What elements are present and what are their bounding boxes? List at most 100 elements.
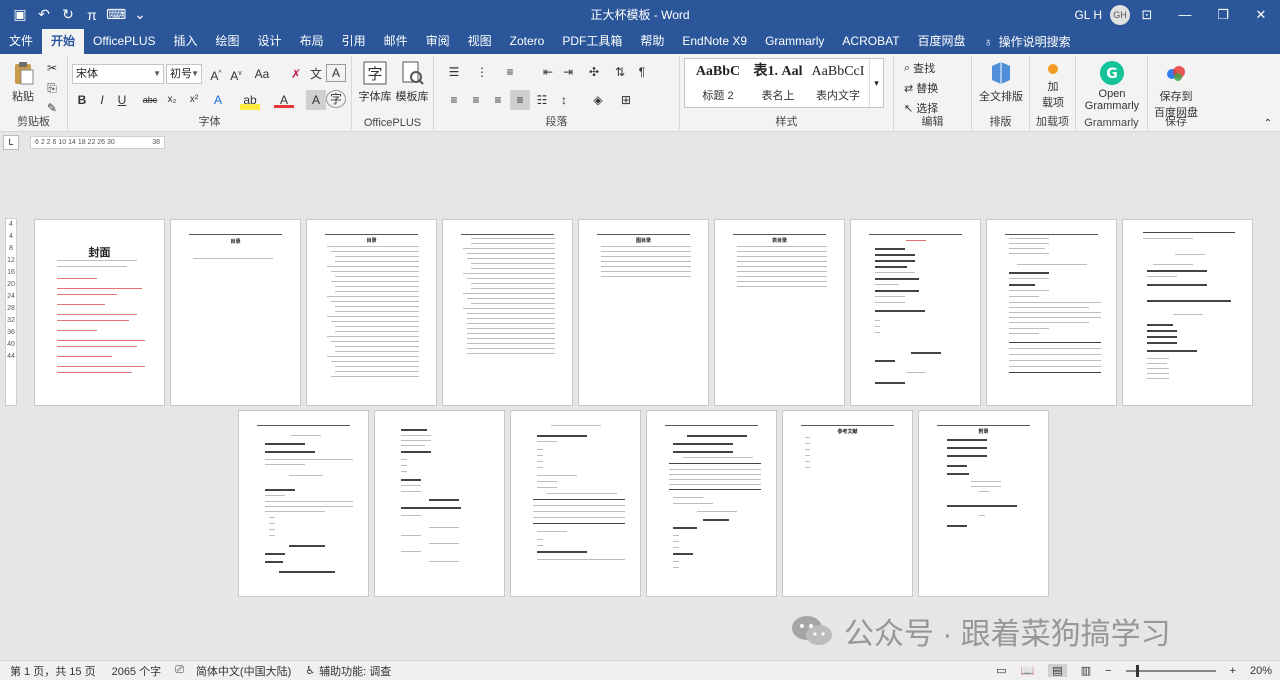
page-11[interactable] — [374, 410, 505, 597]
style-table-caption[interactable]: 表1. Aal 表名上 — [747, 61, 809, 103]
focus-mode-icon[interactable]: ▭ — [996, 664, 1006, 677]
shading-icon[interactable]: ◈ — [588, 90, 608, 110]
borders-icon[interactable]: ⊞ — [616, 90, 636, 110]
accessibility-status[interactable]: 辅助功能: 调查 — [319, 663, 391, 679]
template-library-button[interactable]: 模板库 — [394, 60, 430, 104]
page-toc-2[interactable] — [442, 219, 573, 406]
style-table-text[interactable]: AaBbCcI 表内文字 — [807, 61, 869, 103]
addins-button[interactable]: 加载项 — [1034, 62, 1072, 110]
page-figures-list[interactable]: 图目录 — [578, 219, 709, 406]
sort-icon[interactable]: ⇅ — [610, 62, 630, 82]
minimize-icon[interactable]: — — [1166, 0, 1204, 29]
tab-acrobat[interactable]: ACROBAT — [833, 29, 908, 54]
undo-icon[interactable]: ↶ — [34, 6, 54, 23]
grow-font-button[interactable]: A^ — [206, 64, 226, 84]
save-icon[interactable]: ▣ — [10, 6, 30, 23]
tab-design[interactable]: 设计 — [249, 29, 291, 54]
phonetic-guide-icon[interactable]: 文 — [306, 64, 326, 84]
line-spacing-icon[interactable]: ↕ — [554, 90, 574, 110]
bullets-icon[interactable]: ☰ — [444, 62, 464, 82]
cut-icon[interactable]: ✂ — [42, 58, 62, 78]
tab-file[interactable]: 文件 — [0, 29, 42, 54]
page-references[interactable]: 参考文献 — [782, 410, 913, 597]
styles-more-icon[interactable]: ▾ — [869, 59, 883, 107]
distribute-icon[interactable]: ☷ — [532, 90, 552, 110]
font-color-icon[interactable]: A — [274, 90, 294, 108]
more-icon[interactable]: ⌄ — [130, 6, 150, 23]
chinese-layout-icon[interactable]: ✣ — [584, 62, 604, 82]
tab-pdf-toolbox[interactable]: PDF工具箱 — [553, 29, 631, 54]
change-case-button[interactable]: Aa — [252, 64, 272, 84]
tab-insert[interactable]: 插入 — [165, 29, 207, 54]
page-10[interactable] — [238, 410, 369, 597]
format-icon[interactable]: ⌨ — [106, 6, 126, 23]
enclose-char-icon[interactable]: 字 — [326, 90, 346, 108]
text-effects-icon[interactable]: A — [208, 90, 228, 110]
page-7[interactable] — [850, 219, 981, 406]
tab-grammarly[interactable]: Grammarly — [756, 29, 833, 54]
multilevel-list-icon[interactable]: ≡ — [500, 62, 520, 82]
web-layout-icon[interactable]: ▥ — [1081, 664, 1091, 677]
tab-draw[interactable]: 绘图 — [207, 29, 249, 54]
page-13[interactable] — [646, 410, 777, 597]
char-border-icon[interactable]: A — [326, 64, 346, 82]
page-2[interactable]: 目录 — [170, 219, 301, 406]
tab-baidu[interactable]: 百度网盘 — [909, 29, 975, 54]
zoom-level[interactable]: 20% — [1250, 665, 1272, 677]
tab-officeplus[interactable]: OfficePLUS — [84, 29, 164, 54]
underline-button[interactable]: U — [112, 90, 132, 110]
tell-me-search[interactable]: ♁ 操作说明搜索 — [975, 29, 1080, 54]
justify-icon[interactable]: ≡ — [510, 90, 530, 110]
page-appendix[interactable]: 附录 — [918, 410, 1049, 597]
align-center-icon[interactable]: ≡ — [466, 90, 486, 110]
copy-icon[interactable]: ⎘ — [42, 78, 62, 98]
zoom-slider[interactable] — [1125, 664, 1216, 677]
page-8[interactable] — [986, 219, 1117, 406]
numbering-icon[interactable]: ⋮ — [472, 62, 492, 82]
tab-references[interactable]: 引用 — [333, 29, 375, 54]
page-count[interactable]: 第 1 页，共 15 页 — [10, 663, 96, 679]
clear-format-icon[interactable]: ✗ — [286, 64, 306, 84]
ruler-strip[interactable]: 6 2 2 6 10 14 18 22 26 30 38 — [30, 136, 165, 149]
tab-view[interactable]: 视图 — [459, 29, 501, 54]
tab-review[interactable]: 审阅 — [417, 29, 459, 54]
page-tables-list[interactable]: 表目录 — [714, 219, 845, 406]
zoom-out-button[interactable]: − — [1105, 665, 1111, 677]
decrease-indent-icon[interactable]: ⇤ — [538, 62, 558, 82]
redo-icon[interactable]: ↻ — [58, 6, 78, 23]
tab-selector[interactable]: L — [3, 135, 19, 150]
bold-button[interactable]: B — [72, 90, 92, 110]
close-icon[interactable]: ✕ — [1242, 0, 1280, 29]
increase-indent-icon[interactable]: ⇥ — [558, 62, 578, 82]
shrink-font-button[interactable]: Av — [226, 64, 246, 84]
highlight-icon[interactable]: ab — [240, 90, 260, 110]
word-count[interactable]: 2065 个字 — [112, 663, 162, 679]
style-heading2[interactable]: AaBbC 标题 2 — [687, 61, 749, 103]
language-status[interactable]: 简体中文(中国大陆) — [196, 663, 291, 679]
font-library-button[interactable]: 字 字体库 — [358, 60, 392, 104]
align-left-icon[interactable]: ≡ — [444, 90, 464, 110]
italic-button[interactable]: I — [92, 90, 112, 110]
font-name-select[interactable]: 宋体 ▼ — [72, 64, 164, 84]
collapse-ribbon-icon[interactable]: ⌃ — [1264, 118, 1272, 129]
tab-mailings[interactable]: 邮件 — [375, 29, 417, 54]
tab-home[interactable]: 开始 — [42, 29, 85, 54]
ribbon-display-icon[interactable]: ⊡ — [1128, 0, 1166, 29]
tab-zotero[interactable]: Zotero — [501, 29, 554, 54]
pi-icon[interactable]: π — [82, 7, 102, 23]
full-layout-button[interactable]: 全文排版 — [976, 60, 1026, 104]
replace-button[interactable]: ⇄ 替换 — [904, 80, 938, 96]
zoom-in-button[interactable]: + — [1230, 665, 1236, 677]
print-layout-icon[interactable]: ▤ — [1048, 664, 1067, 677]
find-button[interactable]: ⌕ 查找 — [904, 60, 935, 76]
avatar[interactable]: GH — [1110, 5, 1130, 25]
restore-icon[interactable]: ❐ — [1204, 0, 1242, 29]
page-cover[interactable]: 封面 — [34, 219, 165, 406]
page-9[interactable] — [1122, 219, 1253, 406]
open-grammarly-button[interactable]: G Open Grammarly — [1080, 60, 1144, 112]
save-to-baidu-button[interactable]: 保存到 百度网盘 — [1150, 60, 1202, 120]
proofing-icon[interactable]: ⎚ — [175, 664, 184, 677]
show-marks-icon[interactable]: ¶ — [632, 62, 652, 82]
tab-layout[interactable]: 布局 — [291, 29, 333, 54]
paste-button[interactable]: 粘贴 — [6, 60, 40, 104]
